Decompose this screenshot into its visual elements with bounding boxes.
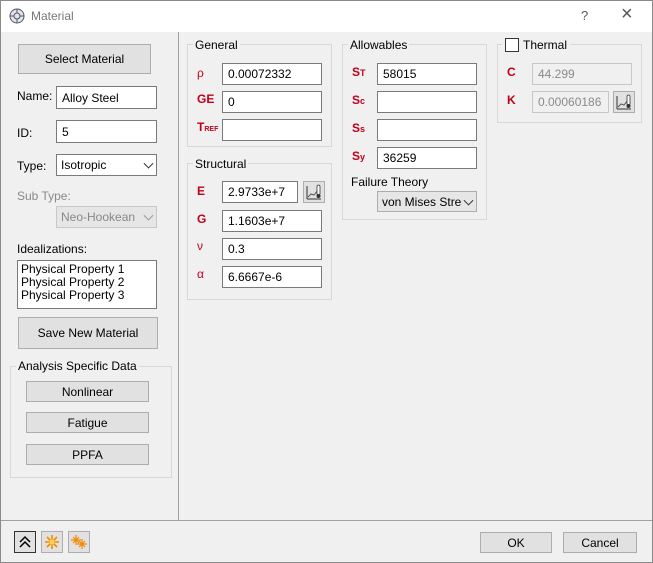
sc-field[interactable]: [377, 91, 477, 113]
general-title: General: [193, 38, 240, 52]
multi-star-icon[interactable]: [68, 531, 90, 553]
save-new-material-button[interactable]: Save New Material: [18, 317, 158, 349]
pane-divider: [178, 32, 179, 520]
e-field[interactable]: 2.9733e+7: [222, 181, 298, 203]
material-dialog: Material ? × Select Material Name: Alloy…: [0, 0, 653, 563]
failure-theory-value: von Mises Stress: [382, 194, 462, 209]
c-label: C: [507, 65, 516, 79]
tref-field[interactable]: [222, 119, 322, 141]
ge-field[interactable]: 0: [222, 91, 322, 113]
st-label: ST: [352, 65, 366, 79]
window-title: Material: [31, 9, 74, 23]
alpha-label: α: [197, 267, 204, 281]
chevron-down-icon: [143, 210, 154, 221]
subtype-label: Sub Type:: [17, 189, 71, 203]
nu-label: ν: [197, 239, 203, 253]
thermal-header: Thermal: [502, 38, 571, 52]
idealizations-label: Idealizations:: [17, 242, 88, 256]
id-field[interactable]: 5: [56, 120, 157, 143]
temperature-plot-icon[interactable]: [303, 181, 325, 203]
chevron-down-icon: [143, 158, 154, 169]
failure-theory-label: Failure Theory: [351, 175, 429, 189]
select-material-button[interactable]: Select Material: [18, 44, 151, 74]
idealizations-list[interactable]: Physical Property 1 Physical Property 2 …: [17, 260, 157, 309]
st-field[interactable]: 58015: [377, 63, 477, 85]
type-label: Type:: [17, 159, 47, 173]
ss-field[interactable]: [377, 119, 477, 141]
thermal-title: Thermal: [523, 38, 568, 52]
allowables-title: Allowables: [348, 38, 410, 52]
ss-label: Ss: [352, 121, 366, 135]
k-label: K: [507, 93, 516, 107]
type-select-value: Isotropic: [61, 158, 107, 172]
e-label: E: [197, 184, 206, 198]
id-label: ID:: [17, 126, 33, 140]
help-icon[interactable]: ?: [581, 8, 588, 23]
failure-theory-select[interactable]: von Mises Stress: [377, 191, 477, 212]
alpha-field[interactable]: 6.6667e-6: [222, 266, 322, 288]
thermal-checkbox[interactable]: [505, 38, 519, 52]
fatigue-button[interactable]: Fatigue: [26, 412, 149, 433]
sy-field[interactable]: 36259: [377, 147, 477, 169]
ok-button[interactable]: OK: [480, 532, 552, 553]
sy-label: Sy: [352, 149, 366, 163]
c-field: 44.299: [532, 63, 632, 85]
subtype-select-value: Neo-Hookean: [61, 210, 136, 224]
title-bar: Material ? ×: [1, 1, 652, 32]
ppfa-button[interactable]: PPFA: [26, 444, 149, 465]
name-field[interactable]: Alloy Steel: [56, 86, 157, 109]
type-select[interactable]: Isotropic: [56, 154, 157, 176]
footer-divider: [1, 520, 652, 521]
chevron-down-icon: [463, 195, 474, 206]
ge-label: GE: [197, 92, 215, 106]
analysis-specific-title: Analysis Specific Data: [16, 359, 139, 373]
temperature-plot-icon[interactable]: [613, 91, 635, 113]
tref-label: TREF: [197, 120, 219, 134]
expand-up-icon[interactable]: [14, 531, 36, 553]
k-field: 0.00060186: [532, 91, 609, 113]
name-label: Name:: [17, 89, 53, 103]
g-label: G: [197, 212, 207, 226]
cancel-button[interactable]: Cancel: [563, 532, 637, 553]
subtype-select: Neo-Hookean: [56, 206, 157, 228]
nonlinear-button[interactable]: Nonlinear: [26, 381, 149, 402]
rho-label: ρ: [197, 66, 204, 80]
list-item[interactable]: Physical Property 3: [21, 289, 156, 302]
sc-label: Sc: [352, 93, 366, 107]
g-field[interactable]: 1.1603e+7: [222, 210, 322, 232]
nu-field[interactable]: 0.3: [222, 238, 322, 260]
rho-field[interactable]: 0.00072332: [222, 63, 322, 85]
structural-title: Structural: [193, 157, 249, 171]
material-app-icon: [9, 8, 25, 24]
close-icon[interactable]: ×: [621, 3, 633, 26]
laminate-star-icon[interactable]: [41, 531, 63, 553]
